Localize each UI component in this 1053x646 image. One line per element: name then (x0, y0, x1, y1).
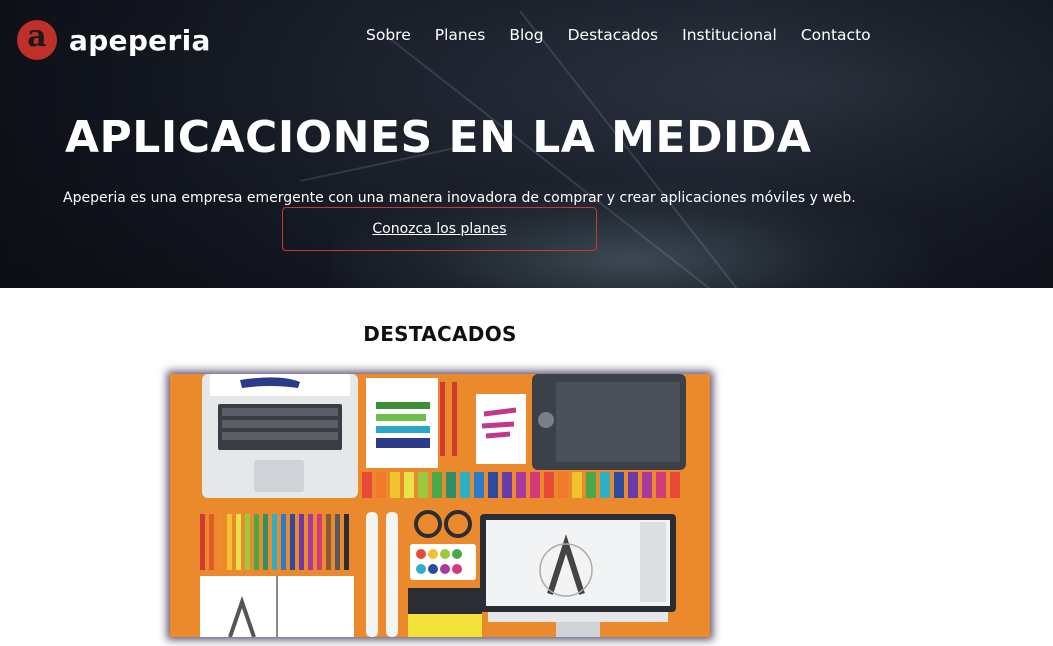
nav-blog[interactable]: Blog (509, 26, 543, 44)
site-logo[interactable]: a apeperia (17, 19, 211, 61)
nav-destacados[interactable]: Destacados (568, 26, 659, 44)
featured-heading: DESTACADOS (363, 322, 517, 346)
logo-mark-icon: a (17, 20, 57, 60)
main-nav: Sobre Planes Blog Destacados Institucion… (366, 26, 895, 44)
nav-sobre[interactable]: Sobre (366, 26, 411, 44)
featured-image[interactable] (170, 374, 710, 637)
designer-workspace-illustration-icon (170, 374, 710, 637)
nav-institucional[interactable]: Institucional (682, 26, 777, 44)
nav-planes[interactable]: Planes (435, 26, 486, 44)
view-plans-button[interactable]: Conozca los planes (282, 207, 597, 251)
hero-title: APLICACIONES EN LA MEDIDA (65, 112, 812, 163)
nav-contacto[interactable]: Contacto (801, 26, 871, 44)
logo-text: apeperia (69, 23, 211, 57)
hero-subtitle: Apeperia es una empresa emergente con un… (63, 190, 856, 206)
